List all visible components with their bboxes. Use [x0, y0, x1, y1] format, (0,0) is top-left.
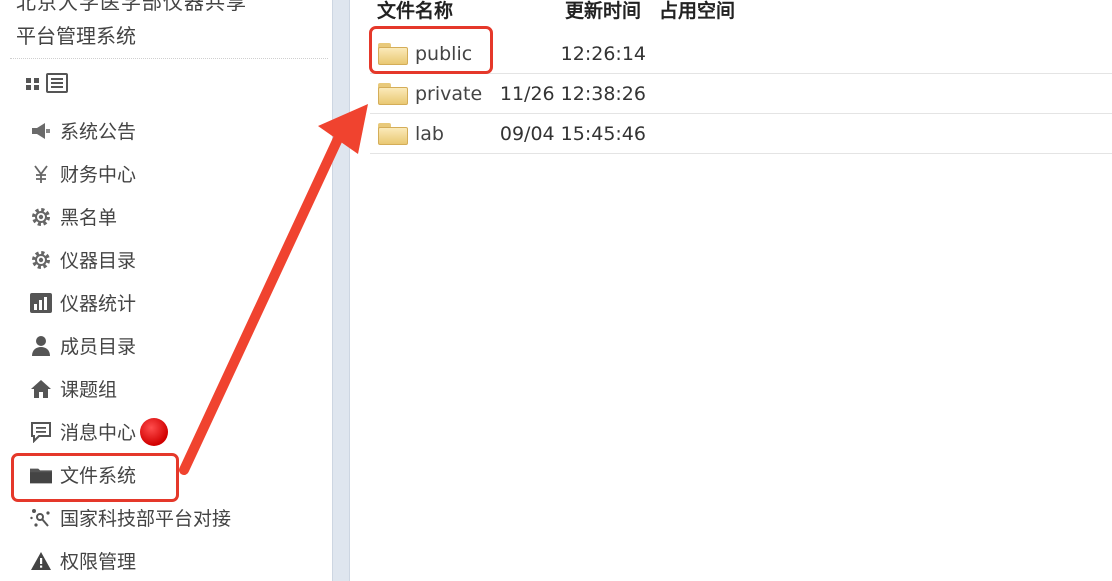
- network-icon: [30, 507, 52, 529]
- column-header-updated[interactable]: 更新时间: [565, 0, 641, 24]
- gear-icon: [30, 249, 52, 271]
- sidebar-item-label: 系统公告: [60, 121, 137, 143]
- sidebar-item-label: 财务中心: [60, 164, 137, 186]
- sidebar-item-label: 成员目录: [60, 336, 137, 358]
- file-row[interactable]: lab 09/04 15:45:46: [370, 114, 1112, 154]
- sidebar-item-label: 权限管理: [60, 551, 137, 573]
- sidebar-item-label: 国家科技部平台对接: [60, 508, 232, 530]
- public-folder-highlight: [369, 26, 493, 74]
- sidebar-item-instrument-catalog[interactable]: 仪器目录: [0, 238, 332, 281]
- panel-splitter[interactable]: [332, 0, 350, 581]
- file-name: lab: [415, 122, 444, 145]
- view-toggle: [26, 71, 68, 95]
- sidebar-item-blacklist[interactable]: 黑名单: [0, 195, 332, 238]
- folder-icon: [378, 82, 408, 105]
- sidebar-item-members[interactable]: 成员目录: [0, 324, 332, 367]
- file-updated: 11/26 12:38:26: [499, 82, 646, 105]
- sidebar-item-national-platform[interactable]: 国家科技部平台对接: [0, 496, 332, 539]
- sidebar-item-label: 仪器统计: [60, 293, 137, 315]
- sidebar-item-instrument-stats[interactable]: 仪器统计: [0, 281, 332, 324]
- yen-icon: [30, 163, 52, 185]
- warning-icon: [30, 550, 52, 572]
- column-header-name[interactable]: 文件名称: [377, 0, 453, 24]
- sidebar: 北京大学医学部仪器共享 平台管理系统 系统公告 财务中心 黑名单 仪器目录 仪器…: [0, 0, 332, 581]
- grid-view-icon[interactable]: [26, 76, 40, 90]
- file-updated: 09/04 15:45:46: [499, 122, 646, 145]
- message-icon: [30, 421, 52, 443]
- sidebar-item-permissions[interactable]: 权限管理: [0, 539, 332, 581]
- sidebar-item-announcements[interactable]: 系统公告: [0, 109, 332, 152]
- divider: [10, 58, 328, 59]
- notification-badge: [140, 417, 169, 446]
- site-title-line-1: 北京大学医学部仪器共享: [16, 0, 247, 14]
- column-header-size[interactable]: 占用空间: [659, 0, 735, 24]
- sidebar-item-messages[interactable]: 消息中心: [0, 410, 332, 453]
- sidebar-item-research-group[interactable]: 课题组: [0, 367, 332, 410]
- file-system-highlight: [11, 453, 179, 502]
- sidebar-item-label: 黑名单: [60, 207, 118, 229]
- file-panel: 文件名称 更新时间 占用空间 public 12:26:14 private 1…: [350, 0, 1112, 581]
- home-icon: [30, 378, 52, 400]
- file-updated: 12:26:14: [560, 42, 646, 65]
- user-icon: [30, 335, 52, 357]
- gear-icon: [30, 206, 52, 228]
- sidebar-item-finance[interactable]: 财务中心: [0, 152, 332, 195]
- file-name: private: [415, 82, 483, 105]
- sidebar-item-label: 消息中心: [60, 422, 137, 444]
- site-title-line-2: 平台管理系统: [16, 24, 136, 48]
- sidebar-item-label: 仪器目录: [60, 250, 137, 272]
- megaphone-icon: [30, 120, 52, 142]
- file-row[interactable]: private 11/26 12:38:26: [370, 74, 1112, 114]
- list-view-icon[interactable]: [46, 73, 68, 93]
- sidebar-item-label: 课题组: [60, 379, 118, 401]
- folder-icon: [378, 122, 408, 145]
- bar-chart-icon: [30, 292, 52, 314]
